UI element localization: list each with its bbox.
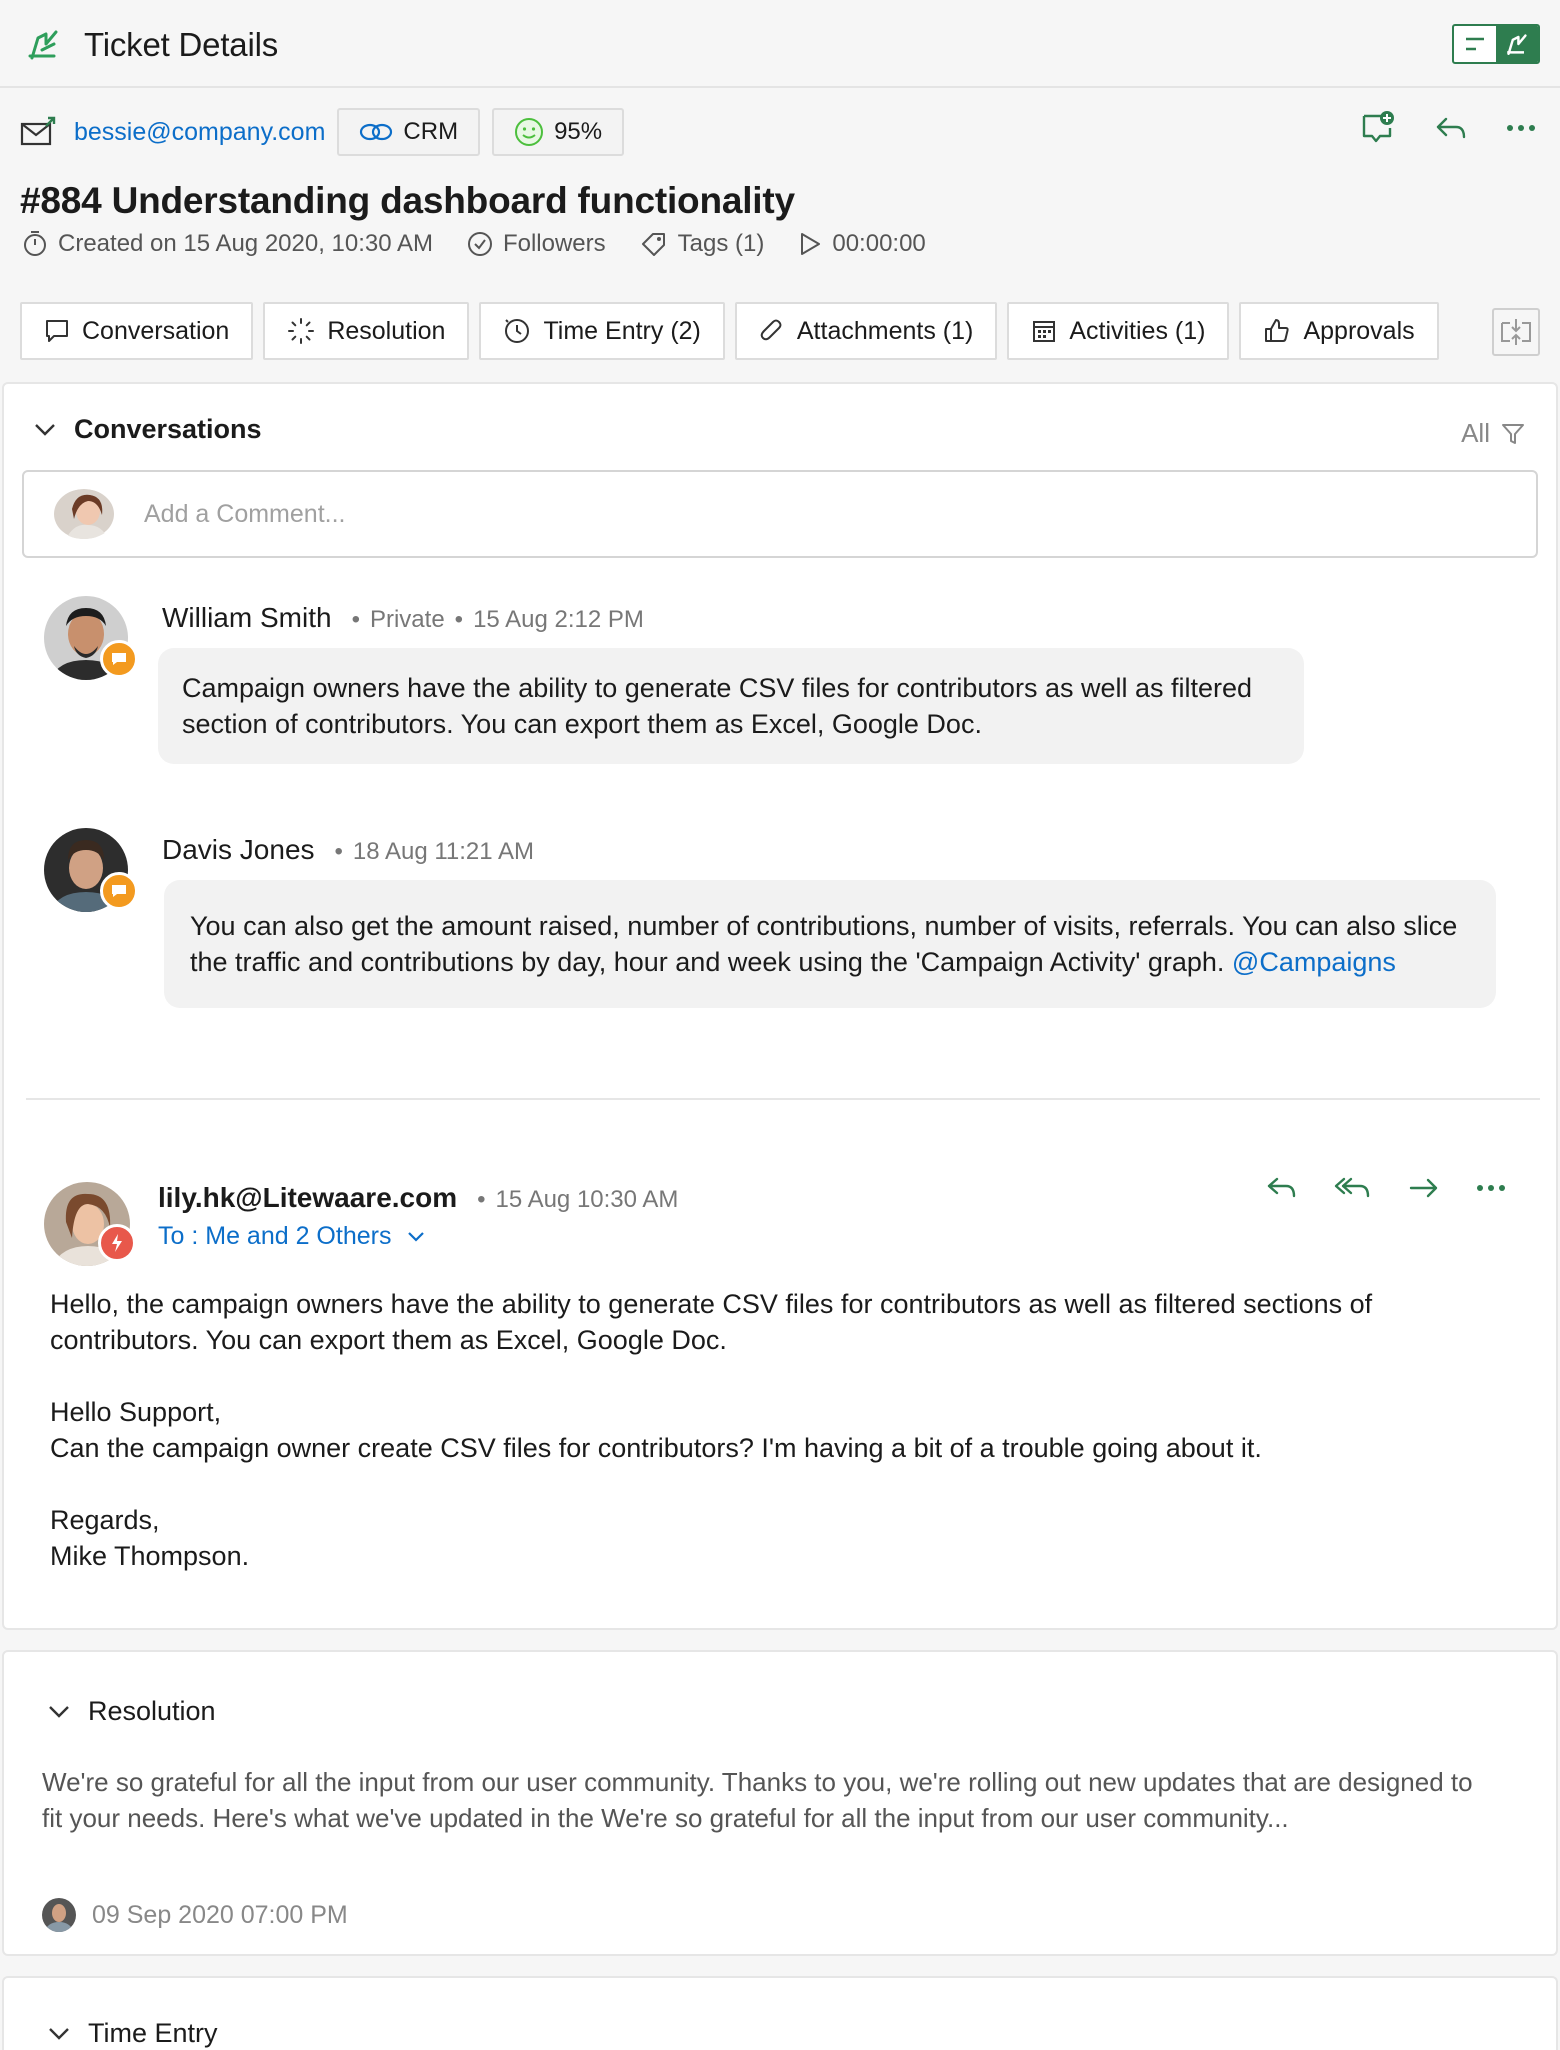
- resolution-footer: 09 Sep 2020 07:00 PM: [42, 1898, 348, 1932]
- ticket-meta: Created on 15 Aug 2020, 10:30 AM Followe…: [22, 230, 960, 258]
- page-title: Ticket Details: [84, 26, 279, 63]
- comment-box[interactable]: [22, 470, 1538, 558]
- timer-icon: [24, 231, 46, 256]
- reply-icon[interactable]: [1266, 1174, 1298, 1202]
- chat-icon: [46, 320, 68, 342]
- support-logo-icon: [28, 30, 58, 60]
- tab-activities[interactable]: Activities (1): [1007, 302, 1230, 360]
- tag-icon: [641, 233, 665, 256]
- mail-outgoing-icon: [20, 116, 56, 146]
- time-entry-card: Time Entry: [2, 1976, 1558, 2050]
- calendar-icon: [1033, 321, 1056, 342]
- resolution-text: We're so grateful for all the input from…: [42, 1767, 1473, 1833]
- tab-resolution[interactable]: Resolution: [263, 302, 470, 360]
- created-info: Created on 15 Aug 2020, 10:30 AM: [22, 230, 433, 258]
- tab-conversation[interactable]: Conversation: [20, 302, 254, 360]
- forward-icon[interactable]: [1408, 1176, 1440, 1200]
- resolution-card: Resolution We're so grateful for all the…: [2, 1650, 1558, 1956]
- email-author-line: lily.hk@Litewaare.com • 15 Aug 10:30 AM: [158, 1182, 679, 1214]
- chevron-down-icon: [49, 1705, 69, 1718]
- mention-link[interactable]: @Campaigns: [1232, 947, 1396, 977]
- smiley-icon: [515, 118, 544, 146]
- link-icon: [360, 123, 393, 141]
- contact-row: bessie@company.com CRM 95%: [20, 108, 636, 156]
- sentiment-chip[interactable]: 95%: [492, 108, 625, 156]
- collapse-all-button[interactable]: [1492, 308, 1540, 356]
- conversations-header[interactable]: Conversations: [34, 414, 262, 445]
- tags-button[interactable]: Tags (1): [640, 230, 764, 258]
- loading-icon: [288, 318, 315, 344]
- email-actions: [1266, 1174, 1506, 1202]
- filter-icon: [1502, 423, 1524, 444]
- crm-label: CRM: [403, 118, 459, 145]
- more-icon[interactable]: [1476, 1183, 1506, 1193]
- chevron-down-icon: [408, 1231, 425, 1242]
- tab-time-entry[interactable]: Time Entry (2): [479, 302, 725, 360]
- email-body: Hello, the campaign owners have the abil…: [50, 1289, 1373, 1571]
- followers-button[interactable]: Followers: [467, 230, 606, 258]
- comment-type-badge: [100, 640, 138, 678]
- time-entry-header[interactable]: Time Entry: [48, 2018, 218, 2049]
- add-comment-icon[interactable]: [1360, 110, 1396, 146]
- avatar: [52, 489, 116, 539]
- divider: [26, 1098, 1540, 1100]
- comment-author: William Smith: [162, 602, 332, 633]
- ticket-tabs: Conversation Resolution Time Entry (2) A…: [20, 302, 1439, 360]
- list-icon: [1466, 37, 1484, 51]
- conversation-filter[interactable]: All: [1461, 418, 1526, 449]
- comment-icon: [112, 653, 126, 665]
- chevron-down-icon: [35, 423, 55, 436]
- chevron-down-icon: [49, 2027, 69, 2040]
- thumbs-up-icon: [1265, 319, 1290, 342]
- comment-bubble: Campaign owners have the ability to gene…: [158, 648, 1304, 764]
- comment-author-line: Davis Jones • 18 Aug 11:21 AM: [162, 834, 534, 865]
- reply-icon[interactable]: [1434, 113, 1468, 143]
- more-icon[interactable]: [1506, 123, 1536, 133]
- email-time: 15 Aug 10:30 AM: [495, 1186, 679, 1213]
- channel-badge: [98, 1224, 136, 1262]
- tab-approvals[interactable]: Approvals: [1239, 302, 1439, 360]
- ticket-actions: [1360, 110, 1536, 146]
- recipients-toggle[interactable]: To : Me and 2 Others: [158, 1222, 425, 1251]
- tab-attachments[interactable]: Attachments (1): [734, 302, 998, 360]
- conversations-card: Conversations All William Smith •: [2, 382, 1558, 1630]
- comment-icon: [112, 885, 126, 897]
- support-logo-icon: [1507, 34, 1527, 56]
- contact-email-link[interactable]: bessie@company.com: [74, 118, 325, 147]
- comment-type-badge: [100, 872, 138, 910]
- comment-time: 15 Aug 2:12 PM: [473, 606, 644, 633]
- crm-chip[interactable]: CRM: [337, 108, 481, 156]
- timer-button[interactable]: 00:00:00: [798, 230, 926, 258]
- resolution-header[interactable]: Resolution: [48, 1696, 216, 1727]
- comment-visibility: Private: [369, 606, 445, 633]
- play-icon: [801, 233, 821, 255]
- comment-input[interactable]: [144, 499, 1444, 529]
- comment-author: Davis Jones: [162, 834, 315, 865]
- lightning-icon: [112, 1234, 122, 1252]
- ticket-title: #884 Understanding dashboard functionali…: [20, 180, 795, 221]
- top-bar: Ticket Details: [0, 0, 1560, 88]
- clock-icon: [505, 319, 530, 343]
- sentiment-score: 95%: [554, 118, 603, 145]
- resolution-date: 09 Sep 2020 07:00 PM: [92, 1900, 348, 1929]
- paperclip-icon: [760, 319, 782, 341]
- check-circle-icon: [467, 232, 492, 256]
- expand-collapse-icon: [1501, 319, 1531, 345]
- email-sender[interactable]: lily.hk@Litewaare.com: [158, 1182, 457, 1214]
- comment-bubble: You can also get the amount raised, numb…: [164, 880, 1496, 1008]
- panel-toggle-button[interactable]: [1452, 24, 1540, 64]
- reply-all-icon[interactable]: [1334, 1174, 1372, 1202]
- comment-time: 18 Aug 11:21 AM: [352, 838, 534, 865]
- avatar: [42, 1898, 76, 1932]
- comment-author-line: William Smith • Private • 15 Aug 2:12 PM: [162, 602, 644, 633]
